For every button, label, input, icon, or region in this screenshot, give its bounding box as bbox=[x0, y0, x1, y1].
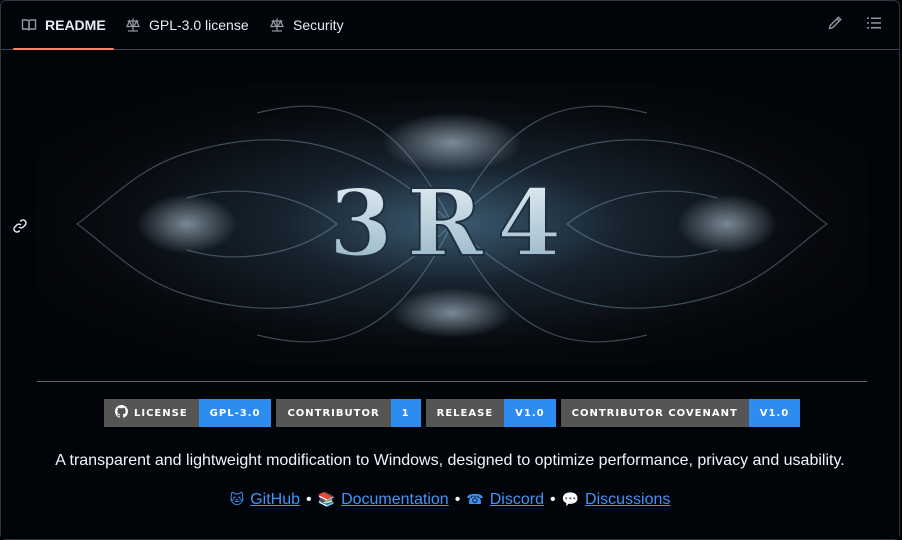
github-icon bbox=[115, 405, 128, 421]
discord-link[interactable]: ☎ Discord bbox=[466, 491, 544, 508]
license-badge[interactable]: LICENSE GPL-3.0 bbox=[104, 399, 272, 427]
tab-readme-label: README bbox=[45, 17, 106, 33]
project-description: A transparent and lightweight modificati… bbox=[55, 452, 845, 469]
readme-content: 3R4 LICENSE GPL-3.0 CONTRIBUTOR 1 RELEAS… bbox=[1, 50, 899, 539]
release-badge[interactable]: RELEASE V1.0 bbox=[425, 399, 556, 427]
discussions-link[interactable]: 💬 Discussions bbox=[562, 491, 671, 508]
readme-panel: README GPL-3.0 license Security 3R4 LICE… bbox=[0, 0, 900, 540]
link-row: 🐱 GitHub • 📚 Documentation • ☎ Discord • 💬 Discuss… bbox=[1, 491, 899, 509]
heading-anchor-link[interactable] bbox=[11, 218, 29, 239]
documentation-link[interactable]: 📚 Documentation bbox=[318, 491, 449, 508]
badge-label: RELEASE bbox=[425, 399, 505, 427]
github-link[interactable]: 🐱 GitHub bbox=[230, 491, 300, 508]
link-icon bbox=[12, 218, 28, 239]
cat-emoji-icon: 🐱 bbox=[229, 491, 245, 507]
separator: • bbox=[306, 491, 312, 508]
law-icon bbox=[125, 17, 141, 33]
link-label: Discussions bbox=[585, 491, 671, 508]
covenant-badge[interactable]: CONTRIBUTOR COVENANT V1.0 bbox=[560, 399, 801, 427]
badge-value: GPL-3.0 bbox=[198, 399, 272, 427]
project-banner-image: 3R4 bbox=[37, 83, 867, 365]
link-label: Discord bbox=[489, 491, 544, 508]
badge-row: LICENSE GPL-3.0 CONTRIBUTOR 1 RELEASE V1… bbox=[104, 399, 801, 427]
tab-license[interactable]: GPL-3.0 license bbox=[125, 1, 249, 49]
speech-balloon-emoji-icon: 💬 bbox=[561, 491, 580, 507]
separator: • bbox=[454, 491, 461, 508]
separator: • bbox=[549, 491, 556, 508]
badge-label-text: LICENSE bbox=[134, 407, 188, 419]
badge-value: 1 bbox=[390, 399, 421, 427]
badge-label: LICENSE bbox=[104, 399, 199, 427]
badge-value: V1.0 bbox=[748, 399, 801, 427]
telephone-emoji-icon: ☎ bbox=[466, 491, 484, 507]
banner-logo-text: 3R4 bbox=[329, 169, 575, 277]
tab-security[interactable]: Security bbox=[269, 1, 344, 49]
badge-label: CONTRIBUTOR bbox=[276, 399, 391, 427]
divider bbox=[37, 381, 867, 382]
outline-button[interactable] bbox=[862, 13, 886, 37]
list-icon bbox=[866, 15, 882, 36]
books-emoji-icon: 📚 bbox=[317, 491, 336, 507]
book-icon bbox=[21, 17, 37, 33]
pencil-icon bbox=[827, 15, 843, 36]
link-label: Documentation bbox=[341, 491, 449, 508]
link-label: GitHub bbox=[250, 491, 301, 508]
edit-button[interactable] bbox=[823, 13, 847, 37]
law-icon bbox=[269, 17, 285, 33]
tab-security-label: Security bbox=[293, 17, 344, 33]
badge-value: V1.0 bbox=[504, 399, 556, 427]
badge-label: CONTRIBUTOR COVENANT bbox=[560, 399, 749, 427]
contributor-badge[interactable]: CONTRIBUTOR 1 bbox=[276, 399, 421, 427]
tab-license-label: GPL-3.0 license bbox=[149, 17, 249, 33]
tab-readme[interactable]: README bbox=[13, 1, 114, 50]
readme-tabbar: README GPL-3.0 license Security bbox=[1, 1, 899, 50]
